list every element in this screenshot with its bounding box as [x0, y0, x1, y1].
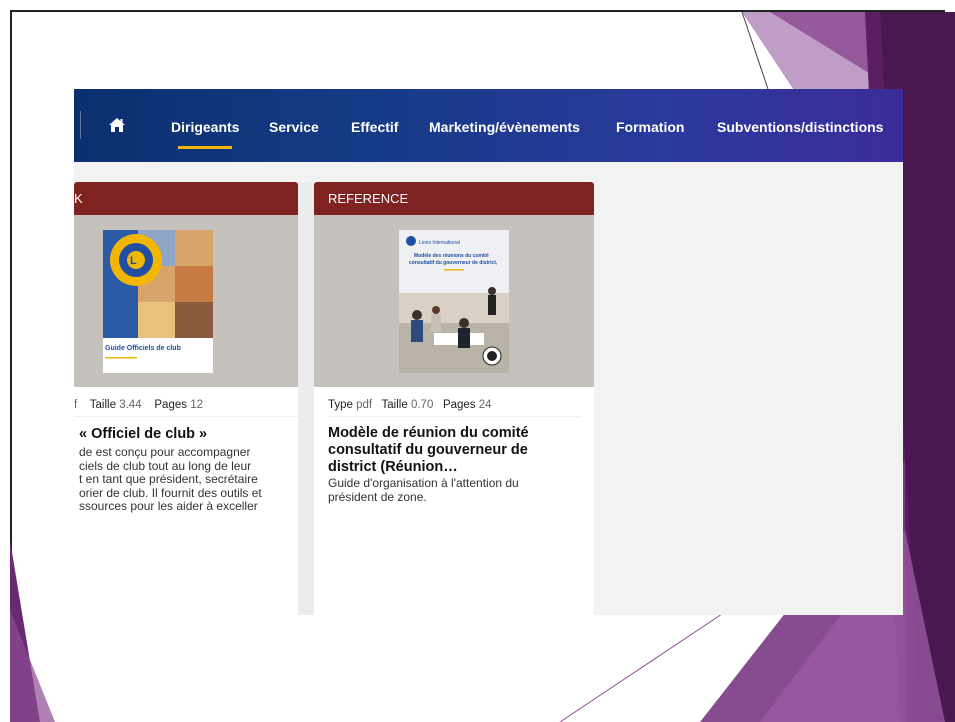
desc-line: Guide d'organisation à l'attention du — [328, 476, 519, 490]
pages-value: 24 — [478, 399, 492, 411]
title-line: district (Réunion… — [328, 459, 458, 475]
card-title[interactable]: Modèle de réunion du comité consultatif … — [328, 425, 529, 476]
home-icon[interactable] — [108, 117, 126, 133]
type-label: Type — [328, 399, 353, 411]
cover-brand: Lions International — [419, 240, 460, 246]
svg-text:L: L — [130, 255, 137, 267]
file-type-value: f — [74, 399, 78, 411]
card-description: de est conçu pour accompagner ciels de c… — [79, 445, 262, 514]
presentation-slide: Dirigeants Service Effectif Marketing/év… — [0, 0, 955, 722]
desc-line: de est conçu pour accompagner — [79, 445, 251, 459]
card-separator — [328, 416, 580, 417]
card-category: K — [74, 191, 83, 206]
file-type-value: pdf — [356, 399, 373, 411]
desc-line: ssources pour les aider à exceller — [79, 499, 258, 513]
nav-service[interactable]: Service — [269, 119, 319, 135]
nav-divider — [80, 111, 81, 139]
svg-text:consultatif du gouverneur de d: consultatif du gouverneur de district, — [409, 260, 498, 266]
main-navbar: Dirigeants Service Effectif Marketing/év… — [74, 89, 903, 162]
resource-card[interactable]: REFERENCE Lions International Modèle des… — [314, 182, 594, 615]
card-thumbnail: L Guide Officiels de club — [74, 215, 298, 387]
card-category: REFERENCE — [328, 191, 409, 206]
size-label: Taille — [381, 399, 408, 411]
title-line: consultatif du gouverneur de — [328, 442, 528, 458]
size-value: 3.44 — [119, 399, 142, 411]
card-header: REFERENCE — [314, 182, 594, 215]
card-title[interactable]: « Officiel de club » — [79, 426, 207, 443]
card-meta: Type pdf Taille 0.70 Pages 24 — [328, 399, 492, 411]
desc-line: t en tant que président, secrétaire — [79, 472, 258, 486]
pages-label: Pages — [442, 399, 476, 411]
card-header: K — [74, 182, 298, 215]
cover-title: Guide Officiels de club — [105, 345, 181, 352]
document-cover: L Guide Officiels de club — [103, 230, 213, 373]
card-meta: f Taille 3.44 Pages 12 — [74, 399, 203, 411]
desc-line: orier de club. Il fournit des outils et — [79, 485, 262, 500]
card-separator — [74, 416, 298, 417]
document-cover: Lions International Modèle des réunions … — [399, 230, 509, 373]
active-tab-underline — [178, 146, 232, 149]
nav-formation[interactable]: Formation — [616, 119, 684, 135]
nav-subventions[interactable]: Subventions/distinctions — [717, 119, 883, 135]
desc-line: président de zone. — [328, 489, 427, 504]
card-gutter — [298, 182, 314, 615]
size-label: Taille — [89, 399, 116, 411]
nav-dirigeants[interactable]: Dirigeants — [171, 119, 239, 135]
pages-value: 12 — [190, 399, 203, 411]
card-description: Guide d'organisation à l'attention du pr… — [328, 476, 519, 504]
resource-card[interactable]: K L Guide Officiels de club f Taille 3.4… — [74, 182, 298, 615]
size-value: 0.70 — [410, 399, 434, 411]
nav-effectif[interactable]: Effectif — [351, 119, 398, 135]
card-thumbnail: Lions International Modèle des réunions … — [314, 215, 594, 387]
title-line: Modèle de réunion du comité — [328, 425, 529, 441]
nav-marketing[interactable]: Marketing/évènements — [429, 119, 580, 135]
svg-text:Modèle des réunions du comité: Modèle des réunions du comité — [414, 253, 489, 259]
pages-label: Pages — [154, 399, 187, 411]
website-screenshot: Dirigeants Service Effectif Marketing/év… — [74, 89, 903, 615]
desc-line: ciels de club tout au long de leur — [79, 458, 252, 473]
